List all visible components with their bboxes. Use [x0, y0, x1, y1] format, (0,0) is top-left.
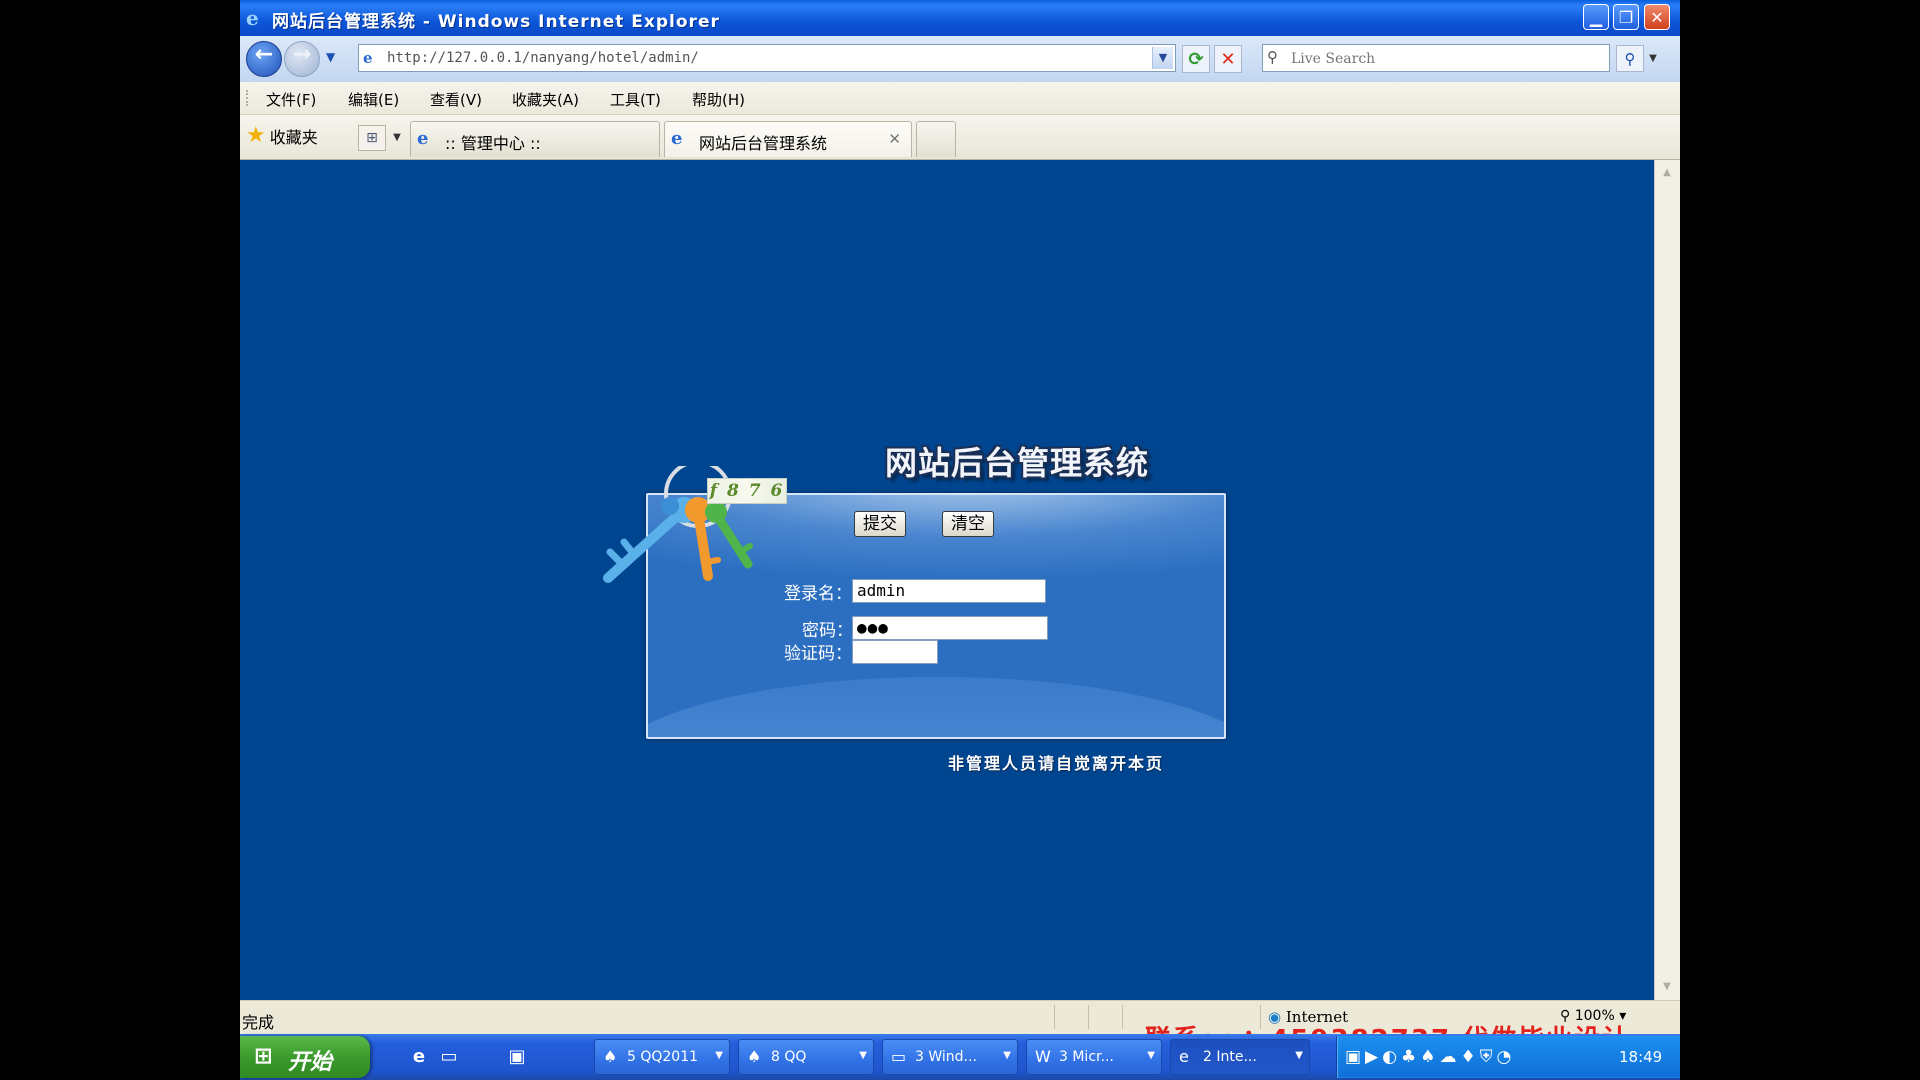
- ie-logo-icon: e: [246, 6, 259, 30]
- address-toolbar: ← → ▼ e http://127.0.0.1/nanyang/hotel/a…: [240, 36, 1680, 82]
- ie-icon: e: [1179, 1047, 1189, 1066]
- system-title: 网站后台管理系统: [885, 444, 1150, 482]
- maximize-button[interactable]: ❐: [1613, 4, 1639, 30]
- tab-list-dropdown-icon[interactable]: ▼: [388, 125, 406, 151]
- group-arrow-icon: ▼: [1295, 1050, 1303, 1061]
- panel-wave-decoration: [648, 677, 1224, 737]
- submit-button[interactable]: 提交: [854, 511, 906, 537]
- search-go-button[interactable]: ⚲: [1616, 45, 1644, 72]
- password-label: 密码：: [802, 621, 853, 641]
- windows-flag-icon: ⊞: [254, 1044, 273, 1069]
- qq-penguin-icon: ♠: [603, 1047, 618, 1066]
- start-button[interactable]: ⊞ 开始: [240, 1036, 370, 1078]
- taskbar-label: 2 Inte...: [1203, 1049, 1257, 1065]
- tab-label: :: 管理中心 ::: [445, 134, 541, 153]
- address-dropdown-icon[interactable]: ▼: [1152, 47, 1173, 69]
- tab-label: 网站后台管理系统: [699, 134, 828, 153]
- group-arrow-icon: ▼: [859, 1050, 867, 1061]
- scroll-up-icon[interactable]: ▲: [1658, 164, 1676, 182]
- new-tab-button[interactable]: [916, 121, 956, 157]
- taskbar-button-internet-explorer[interactable]: e 2 Inte... ▼: [1170, 1039, 1310, 1075]
- taskbar: ⊞ 开始 e ▭ ▣ ♠ 5 QQ2011 ▼ ♠ 8 QQ ▼ ▭ 3 Win…: [240, 1034, 1680, 1080]
- ie-window: e 网站后台管理系统 - Windows Internet Explorer ▁…: [240, 0, 1680, 1080]
- search-input[interactable]: [1289, 48, 1593, 70]
- group-arrow-icon: ▼: [1003, 1050, 1011, 1061]
- minimize-button[interactable]: ▁: [1583, 4, 1609, 30]
- menu-file[interactable]: 文件(F): [266, 89, 316, 110]
- word-icon: W: [1035, 1047, 1051, 1066]
- notice-text: 非管理人员请自觉离开本页: [948, 754, 1165, 773]
- tab-admin-system[interactable]: e 网站后台管理系统 ✕: [664, 121, 912, 157]
- status-divider: [1088, 1005, 1089, 1029]
- menu-favorites[interactable]: 收藏夹(A): [512, 89, 579, 110]
- toolbar-grip[interactable]: [246, 90, 251, 106]
- window-title: 网站后台管理系统 - Windows Internet Explorer: [272, 12, 720, 32]
- taskbar-label: 8 QQ: [771, 1049, 807, 1065]
- taskbar-button-microsoft[interactable]: W 3 Micr... ▼: [1026, 1039, 1162, 1075]
- start-label: 开始: [288, 1050, 333, 1075]
- menu-bar: 文件(F) 编辑(E) 查看(V) 收藏夹(A) 工具(T) 帮助(H): [240, 82, 1680, 115]
- ie-page-icon: e: [671, 128, 683, 149]
- search-options-dropdown-icon[interactable]: ▼: [1645, 45, 1661, 72]
- favorites-label: 收藏夹: [269, 127, 318, 147]
- status-divider: [1054, 1005, 1055, 1029]
- taskbar-button-qq2011[interactable]: ♠ 5 QQ2011 ▼: [594, 1039, 730, 1075]
- search-icon: ⚲: [1267, 48, 1278, 66]
- search-box[interactable]: ⚲: [1262, 44, 1610, 72]
- quick-tabs-button[interactable]: ⊞: [358, 125, 386, 151]
- username-label: 登录名：: [784, 584, 852, 604]
- favorites-button[interactable]: ★ 收藏夹: [246, 123, 318, 149]
- menu-edit[interactable]: 编辑(E): [348, 89, 399, 110]
- group-arrow-icon: ▼: [1147, 1050, 1155, 1061]
- captcha-label: 验证码：: [784, 644, 852, 664]
- ie-page-icon: e: [417, 128, 429, 149]
- forward-button[interactable]: →: [284, 41, 320, 77]
- clear-button[interactable]: 清空: [942, 511, 994, 537]
- app-quicklaunch-icon[interactable]: ▣: [504, 1044, 530, 1070]
- close-button[interactable]: ✕: [1644, 4, 1670, 30]
- stop-button[interactable]: ✕: [1214, 45, 1242, 73]
- tab-bar: ★ 收藏夹 ⊞ ▼ e :: 管理中心 :: e 网站后台管理系统 ✕: [240, 115, 1680, 160]
- ie-quicklaunch-icon[interactable]: e: [406, 1044, 432, 1070]
- page-content: 网站后台管理系统 登录名： admin 密码： ●●● 验证码： f 8 7 6…: [240, 160, 1654, 1000]
- captcha-image[interactable]: f 8 7 6: [707, 478, 787, 504]
- username-input[interactable]: admin: [852, 579, 1046, 603]
- password-input[interactable]: ●●●: [852, 616, 1048, 640]
- status-text: 完成: [242, 1013, 275, 1032]
- tray-icons[interactable]: ▣▶◐♣♠☁♦⛨◔: [1345, 1047, 1515, 1067]
- qq-penguin-icon: ♠: [747, 1047, 762, 1066]
- tab-admin-center[interactable]: e :: 管理中心 ::: [410, 121, 660, 157]
- group-arrow-icon: ▼: [715, 1050, 723, 1061]
- page-icon: e: [363, 49, 373, 67]
- taskbar-label: 3 Micr...: [1059, 1049, 1114, 1065]
- folder-quicklaunch-icon[interactable]: ▭: [436, 1044, 462, 1070]
- title-bar: e 网站后台管理系统 - Windows Internet Explorer ▁…: [240, 0, 1680, 36]
- scroll-down-icon[interactable]: ▼: [1658, 978, 1676, 996]
- address-bar[interactable]: e http://127.0.0.1/nanyang/hotel/admin/ …: [358, 44, 1176, 72]
- taskbar-button-windows[interactable]: ▭ 3 Wind... ▼: [882, 1039, 1018, 1075]
- captcha-input[interactable]: [852, 640, 938, 664]
- menu-help[interactable]: 帮助(H): [692, 89, 745, 110]
- star-icon: ★: [246, 123, 266, 148]
- menu-tools[interactable]: 工具(T): [610, 89, 661, 110]
- taskbar-label: 3 Wind...: [915, 1049, 977, 1065]
- vertical-scrollbar[interactable]: ▲ ▼: [1654, 160, 1680, 1000]
- refresh-button[interactable]: ⟳: [1182, 45, 1210, 73]
- close-tab-icon[interactable]: ✕: [888, 130, 901, 148]
- taskbar-label: 5 QQ2011: [627, 1049, 699, 1065]
- system-tray: ▣▶◐♣♠☁♦⛨◔ 18:49: [1336, 1036, 1680, 1078]
- folder-icon: ▭: [891, 1047, 907, 1066]
- taskbar-button-qq[interactable]: ♠ 8 QQ ▼: [738, 1039, 874, 1075]
- clock[interactable]: 18:49: [1619, 1048, 1662, 1066]
- url-text[interactable]: http://127.0.0.1/nanyang/hotel/admin/: [387, 50, 699, 66]
- status-divider: [1122, 1005, 1123, 1029]
- recent-pages-dropdown-icon[interactable]: ▼: [326, 50, 335, 64]
- back-button[interactable]: ←: [246, 41, 282, 77]
- menu-view[interactable]: 查看(V): [430, 89, 482, 110]
